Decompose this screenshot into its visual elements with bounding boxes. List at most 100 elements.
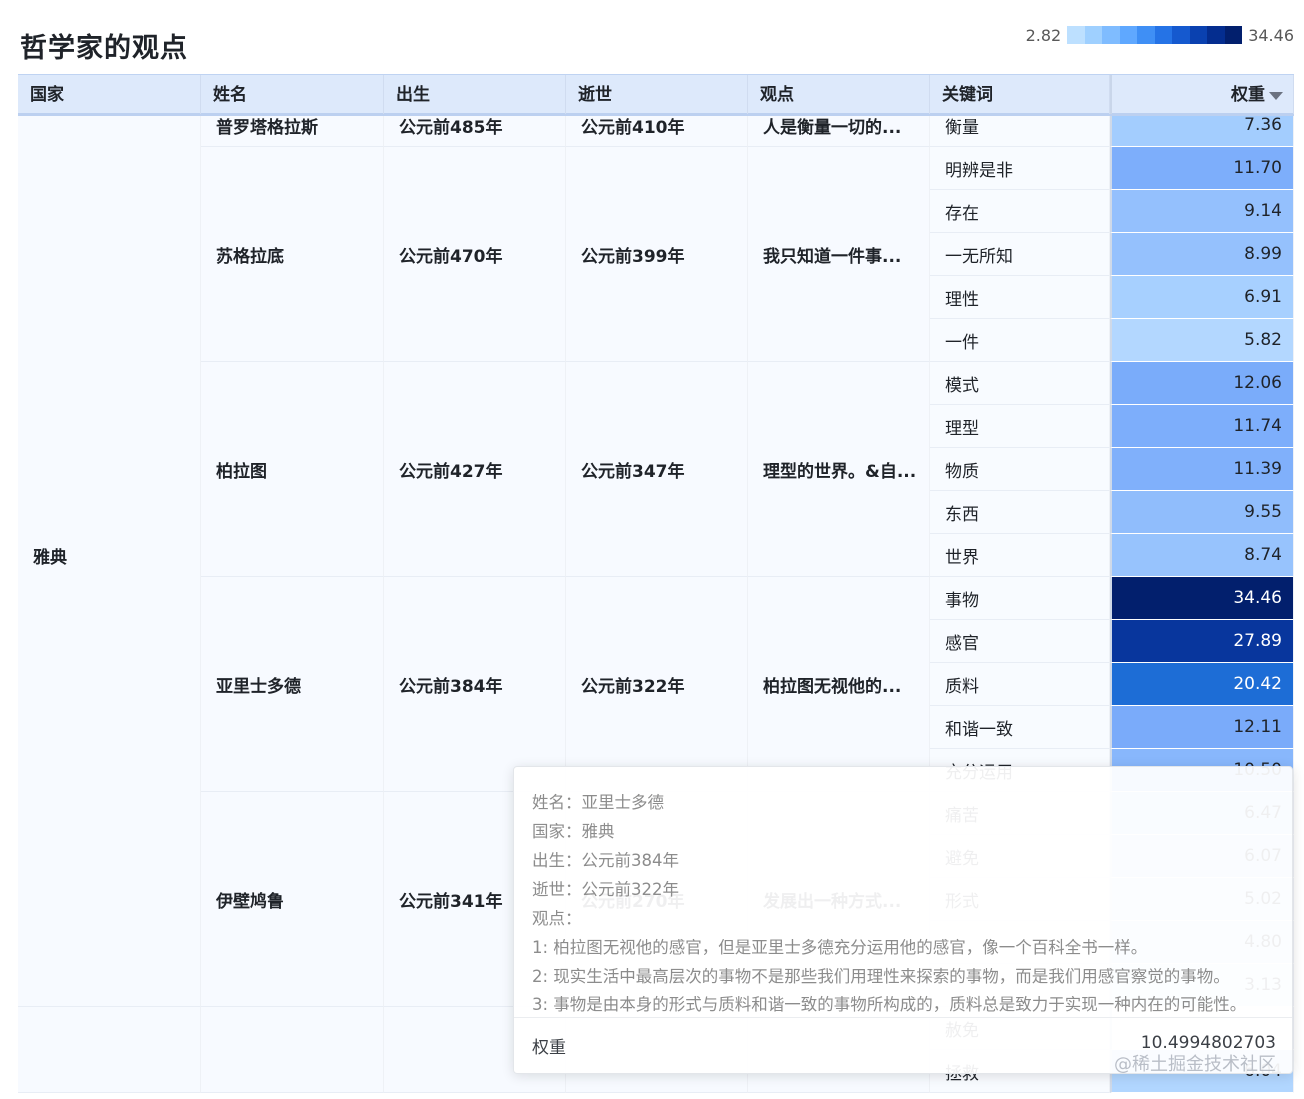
cell-view-text: 我只知道一件事... bbox=[763, 246, 902, 267]
cell-name[interactable]: 普罗塔格拉斯 bbox=[201, 116, 384, 147]
cell-name[interactable]: 亚里士多德 bbox=[201, 577, 384, 792]
tooltip-line: 1: 柏拉图无视他的感官，但是亚里士多德充分运用他的感官，像一个百科全书一样。 bbox=[532, 938, 1148, 957]
cell-name[interactable] bbox=[201, 1007, 384, 1093]
keyword-cell[interactable]: 理性 bbox=[930, 276, 1110, 319]
chart-title: 哲学家的观点 bbox=[20, 33, 188, 64]
header-weight[interactable]: 权重 bbox=[1110, 75, 1294, 114]
keyword-cell[interactable]: 质料 bbox=[930, 663, 1110, 706]
cell-died[interactable]: 公元前322年 bbox=[566, 577, 748, 792]
keyword-cell[interactable]: 模式 bbox=[930, 362, 1110, 405]
keyword-cell-text: 和谐一致 bbox=[945, 719, 1013, 740]
weight-cell[interactable]: 9.14 bbox=[1110, 190, 1294, 233]
weight-cell[interactable]: 34.46 bbox=[1110, 577, 1294, 620]
sort-desc-icon[interactable] bbox=[1269, 92, 1283, 100]
tooltip-line: 观点： bbox=[532, 909, 582, 928]
keyword-cell-text: 存在 bbox=[945, 203, 979, 224]
tooltip-line: 逝世：公元前322年 bbox=[532, 880, 679, 899]
keyword-cell-text: 理型 bbox=[945, 418, 979, 439]
weight-cell[interactable]: 12.11 bbox=[1110, 706, 1294, 749]
keyword-cell[interactable]: 理型 bbox=[930, 405, 1110, 448]
cell-name[interactable]: 柏拉图 bbox=[201, 362, 384, 577]
cell-died[interactable]: 公元前347年 bbox=[566, 362, 748, 577]
cell-country[interactable]: 雅典 bbox=[18, 116, 201, 1007]
cell-view[interactable]: 我只知道一件事... bbox=[748, 147, 930, 362]
keyword-cell-text: 衡量 bbox=[945, 117, 979, 138]
legend-swatch bbox=[1154, 26, 1173, 44]
cell-view-text: 柏拉图无视他的... bbox=[763, 676, 902, 697]
keyword-cell-text: 明辨是非 bbox=[945, 160, 1013, 181]
weight-cell-text: 8.99 bbox=[1244, 244, 1282, 264]
header-born[interactable]: 出生 bbox=[384, 75, 566, 114]
cell-name-text: 苏格拉底 bbox=[216, 246, 284, 267]
weight-cell[interactable]: 27.89 bbox=[1110, 620, 1294, 663]
cell-view[interactable]: 人是衡量一切的... bbox=[748, 116, 930, 147]
cell-view-text: 人是衡量一切的... bbox=[763, 117, 902, 138]
keyword-cell-text: 一件 bbox=[945, 332, 979, 353]
weight-cell[interactable]: 7.36 bbox=[1110, 116, 1294, 147]
table-header: 国家 姓名 出生 逝世 观点 关键词 权重 bbox=[18, 74, 1294, 116]
color-legend: 2.82 34.46 bbox=[1026, 24, 1294, 46]
cell-born[interactable]: 公元前485年 bbox=[384, 116, 566, 147]
keyword-cell[interactable]: 存在 bbox=[930, 190, 1110, 233]
weight-cell[interactable]: 11.39 bbox=[1110, 448, 1294, 491]
weight-cell[interactable]: 11.70 bbox=[1110, 147, 1294, 190]
cell-died-text: 公元前322年 bbox=[581, 676, 685, 697]
cell-view[interactable]: 理型的世界。&自... bbox=[748, 362, 930, 577]
keyword-cell[interactable]: 世界 bbox=[930, 534, 1110, 577]
header-country[interactable]: 国家 bbox=[18, 75, 201, 114]
cell-name[interactable]: 伊壁鸠鲁 bbox=[201, 792, 384, 1007]
watermark: @稀土掘金技术社区 bbox=[1114, 1054, 1276, 1075]
legend-swatch bbox=[1067, 26, 1085, 44]
cell-died[interactable]: 公元前410年 bbox=[566, 116, 748, 147]
cell-born[interactable]: 公元前384年 bbox=[384, 577, 566, 792]
keyword-cell[interactable]: 衡量 bbox=[930, 116, 1110, 147]
keyword-cell[interactable]: 东西 bbox=[930, 491, 1110, 534]
weight-cell[interactable]: 9.55 bbox=[1110, 491, 1294, 534]
tooltip-line: 2: 现实生活中最高层次的事物不是那些我们用理性来探索的事物，而是我们用感官察觉… bbox=[532, 967, 1230, 986]
weight-cell[interactable]: 12.06 bbox=[1110, 362, 1294, 405]
cell-name-text: 伊壁鸠鲁 bbox=[216, 891, 284, 912]
weight-cell[interactable]: 8.99 bbox=[1110, 233, 1294, 276]
weight-cell[interactable]: 6.91 bbox=[1110, 276, 1294, 319]
cell-born[interactable]: 公元前427年 bbox=[384, 362, 566, 577]
header-weight-label: 权重 bbox=[1231, 85, 1265, 105]
weight-cell-text: 34.46 bbox=[1233, 588, 1282, 608]
cell-country[interactable] bbox=[18, 1007, 201, 1093]
keyword-cell[interactable]: 事物 bbox=[930, 577, 1110, 620]
keyword-cell-text: 东西 bbox=[945, 504, 979, 525]
legend-swatch bbox=[1172, 26, 1190, 44]
cell-view[interactable]: 柏拉图无视他的... bbox=[748, 577, 930, 792]
keyword-cell[interactable]: 感官 bbox=[930, 620, 1110, 663]
tooltip-divider bbox=[514, 1017, 1292, 1018]
keyword-cell[interactable]: 一件 bbox=[930, 319, 1110, 362]
tooltip-line: 姓名：亚里士多德 bbox=[532, 793, 664, 812]
weight-cell-text: 9.55 bbox=[1244, 502, 1282, 522]
cell-name-text: 柏拉图 bbox=[216, 461, 267, 482]
cell-born[interactable]: 公元前470年 bbox=[384, 147, 566, 362]
legend-swatch bbox=[1207, 26, 1225, 44]
weight-cell[interactable]: 20.42 bbox=[1110, 663, 1294, 706]
cell-died-text: 公元前410年 bbox=[581, 117, 685, 138]
weight-cell[interactable]: 11.74 bbox=[1110, 405, 1294, 448]
header-keyword[interactable]: 关键词 bbox=[930, 75, 1110, 114]
cell-born-text: 公元前341年 bbox=[399, 891, 503, 912]
legend-swatch bbox=[1119, 26, 1138, 44]
cell-died[interactable]: 公元前399年 bbox=[566, 147, 748, 362]
header-name[interactable]: 姓名 bbox=[201, 75, 384, 114]
keyword-cell[interactable]: 明辨是非 bbox=[930, 147, 1110, 190]
header-view[interactable]: 观点 bbox=[748, 75, 930, 114]
weight-cell[interactable]: 8.74 bbox=[1110, 534, 1294, 577]
cell-born-text: 公元前470年 bbox=[399, 246, 503, 267]
weight-cell[interactable]: 5.82 bbox=[1110, 319, 1294, 362]
weight-cell-text: 11.70 bbox=[1233, 158, 1282, 178]
tooltip-line: 出生：公元前384年 bbox=[532, 851, 679, 870]
cell-name[interactable]: 苏格拉底 bbox=[201, 147, 384, 362]
header-died[interactable]: 逝世 bbox=[566, 75, 748, 114]
keyword-cell[interactable]: 物质 bbox=[930, 448, 1110, 491]
keyword-cell[interactable]: 一无所知 bbox=[930, 233, 1110, 276]
keyword-cell-text: 一无所知 bbox=[945, 246, 1013, 267]
keyword-cell[interactable]: 和谐一致 bbox=[930, 706, 1110, 749]
tooltip-line: 3: 事物是由本身的形式与质料和谐一致的事物所构成的，质料总是致力于实现一种内在… bbox=[532, 995, 1247, 1014]
legend-max: 34.46 bbox=[1248, 25, 1294, 45]
cell-name-text: 普罗塔格拉斯 bbox=[216, 117, 318, 138]
